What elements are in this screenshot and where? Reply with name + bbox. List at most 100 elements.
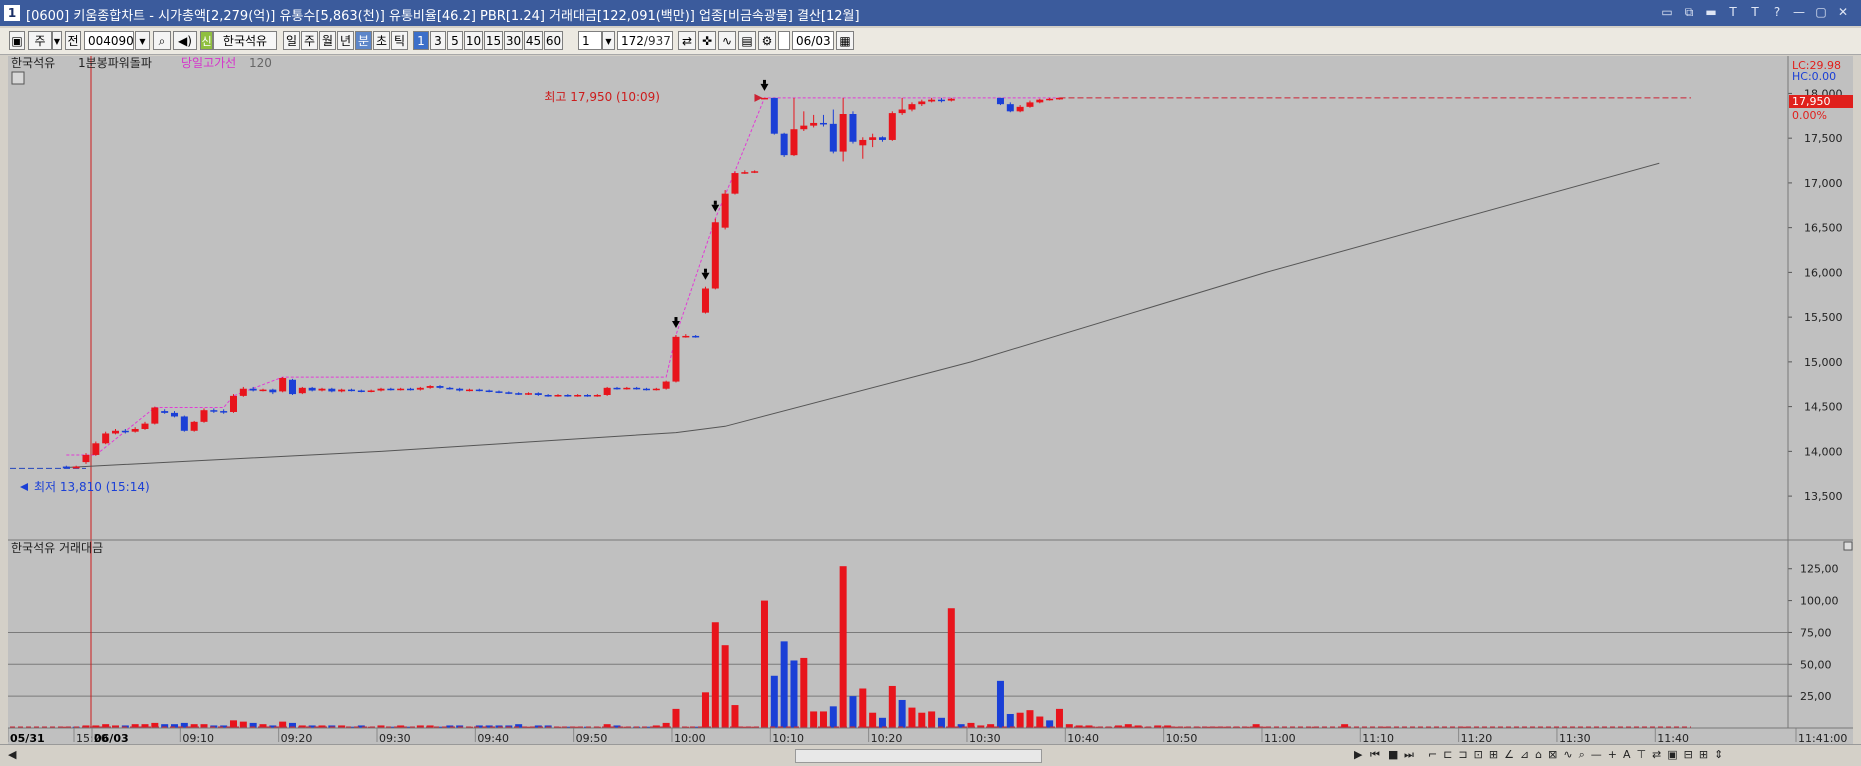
candle-body: [849, 114, 857, 142]
interval-dropdown-icon[interactable]: ▼: [602, 31, 615, 50]
interval-button-2[interactable]: 5: [447, 31, 463, 50]
candle-body: [495, 391, 503, 393]
first-page-icon[interactable]: ⏮: [1370, 748, 1380, 762]
interval-input[interactable]: 1: [578, 31, 602, 50]
candle-body: [200, 410, 208, 422]
volume-bar: [711, 622, 719, 728]
window-button-8[interactable]: ✕: [1835, 4, 1851, 20]
candle-body: [82, 454, 90, 463]
interval-button-5[interactable]: 30: [504, 31, 523, 50]
grid-toggle-icon[interactable]: [11, 71, 25, 85]
candle-body: [72, 466, 80, 469]
hc-label: HC:0.00: [1792, 70, 1836, 83]
interval-button-7[interactable]: 60: [544, 31, 563, 50]
stock-code-input[interactable]: 004090: [88, 34, 134, 48]
volume-bar: [760, 600, 768, 728]
draw-icon[interactable]: ∿: [718, 31, 736, 50]
candle-body: [1036, 99, 1044, 103]
candle-body: [259, 389, 267, 392]
period-button-3[interactable]: 년: [337, 31, 354, 50]
volume-bar: [1016, 712, 1024, 728]
period-button-5[interactable]: 초: [373, 31, 390, 50]
volume-bar: [947, 608, 955, 728]
window-button-3[interactable]: T: [1725, 4, 1741, 20]
scroll-left-icon[interactable]: ◀: [8, 748, 16, 761]
interval-button-6[interactable]: 45: [524, 31, 543, 50]
candle-body: [869, 137, 877, 140]
candle-body: [308, 387, 316, 391]
candle-body: [426, 386, 434, 388]
candle-body: [593, 394, 601, 397]
legend-indicator2: 당일고가선: [181, 56, 236, 70]
volume-bar: [672, 708, 680, 728]
prev-button[interactable]: 전: [65, 31, 81, 50]
layout-icon[interactable]: ▣: [9, 31, 25, 50]
legend-indicator2-value: 120: [249, 56, 272, 70]
candle-body: [92, 443, 100, 455]
period-button-2[interactable]: 월: [319, 31, 336, 50]
window-button-4[interactable]: T: [1747, 4, 1763, 20]
volume-bar: [1036, 716, 1044, 728]
candle-body: [505, 392, 513, 394]
scroll-thumb[interactable]: [795, 749, 1042, 763]
new-badge: 신: [200, 31, 213, 50]
count-input[interactable]: 172: [621, 34, 644, 48]
save-icon[interactable]: ▤: [738, 31, 756, 50]
window-button-1[interactable]: ⧉: [1681, 4, 1697, 20]
period-button-4[interactable]: 분: [355, 31, 372, 50]
stock-code-dropdown-icon[interactable]: ▼: [135, 31, 150, 50]
candle-body: [810, 122, 818, 126]
gear-icon[interactable]: ⚙: [758, 31, 776, 50]
period-button-0[interactable]: 일: [283, 31, 300, 50]
volume-bar: [859, 688, 867, 728]
period-button-1[interactable]: 주: [301, 31, 318, 50]
interval-button-4[interactable]: 15: [484, 31, 503, 50]
volume-bar: [888, 685, 896, 728]
date-checkbox[interactable]: [778, 31, 790, 50]
volume-panel-toggle-icon[interactable]: [1843, 541, 1853, 551]
chart-toolbar: ▣ 주 ▼ 전 004090 ▼ ⌕ ◀) 신 한국석유 1 ▼ 172/937…: [0, 28, 1861, 55]
window-button-5[interactable]: ?: [1769, 4, 1785, 20]
interval-button-0[interactable]: 1: [413, 31, 429, 50]
volume-bar: [937, 717, 945, 728]
chart-area[interactable]: 18,000 17,500 17,000 16,500 16,000 15,500 15,0…: [7, 56, 1853, 746]
stock-type-select[interactable]: 주: [28, 31, 52, 50]
drawing-tools-icon[interactable]: ⌐⊏⊐⊡⊞∠⊿⌂⊠∿⌕—+A⊤⇄▣⊟⊞⇕: [1428, 748, 1729, 762]
window-button-2[interactable]: ▬: [1703, 4, 1719, 20]
chart-svg: 18,00017,50017,00016,50016,00015,50015,0…: [7, 56, 1853, 746]
volume-bar: [1026, 710, 1034, 728]
status-bar: ◀ ▶ ⏮ ■ ⏭ ⌐⊏⊐⊡⊞∠⊿⌂⊠∿⌕—+A⊤⇄▣⊟⊞⇕: [0, 744, 1861, 766]
volume-bar: [790, 660, 798, 728]
crosshair-icon[interactable]: ✜: [698, 31, 716, 50]
interval-button-1[interactable]: 3: [430, 31, 446, 50]
candle-body: [269, 389, 277, 393]
scroll-right-icon[interactable]: ▶: [1354, 748, 1362, 761]
calendar-icon[interactable]: ▦: [836, 31, 854, 50]
stock-type-dropdown-icon[interactable]: ▼: [52, 31, 62, 50]
stop-icon[interactable]: ■: [1388, 748, 1398, 761]
candle-body: [623, 387, 631, 390]
search-icon[interactable]: ⌕: [153, 31, 171, 50]
zoom-icon[interactable]: ⇄: [678, 31, 696, 50]
volume-bar: [898, 699, 906, 728]
window-button-7[interactable]: ▢: [1813, 4, 1829, 20]
candle-body: [878, 137, 886, 140]
volume-bar: [701, 692, 709, 728]
speaker-icon[interactable]: ◀): [173, 31, 197, 50]
candle-body: [928, 99, 936, 102]
date-input[interactable]: 06/03: [792, 31, 834, 50]
window-button-6[interactable]: —: [1791, 4, 1807, 20]
candle-body: [298, 387, 306, 394]
volume-bar: [770, 675, 778, 728]
candle-body: [524, 393, 532, 395]
volume-bar: [908, 707, 916, 728]
window-button-0[interactable]: ▭: [1659, 4, 1675, 20]
period-button-6[interactable]: 틱: [391, 31, 408, 50]
last-page-icon[interactable]: ⏭: [1404, 748, 1414, 762]
volume-panel-title: 한국석유 거래대금: [11, 541, 103, 555]
candle-body: [220, 411, 228, 413]
title-bar: 1 [0600] 키움종합차트 - 시가총액[2,279(억)] 유통수[5,8…: [0, 0, 1861, 26]
candle-body: [819, 122, 827, 125]
interval-button-3[interactable]: 10: [464, 31, 483, 50]
candle-body: [721, 193, 729, 228]
